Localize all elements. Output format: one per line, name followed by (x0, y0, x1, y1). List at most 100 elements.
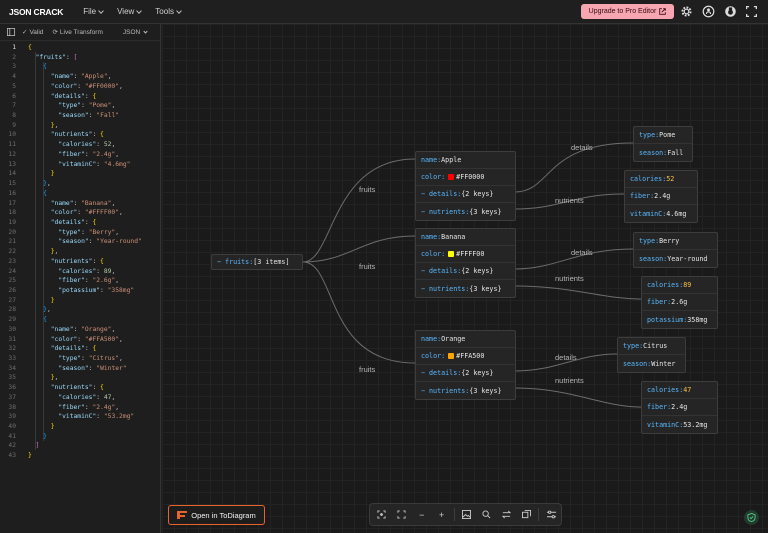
code-lines[interactable]: 1{2 "fruits": [3 {4 "name": "Apple", 5 "c… (0, 43, 160, 461)
code-line[interactable]: 28 }, (0, 305, 160, 315)
node-row[interactable]: color: #FF0000 (416, 169, 515, 186)
node-row[interactable]: name: Orange (416, 331, 515, 348)
code-line[interactable]: 15 }, (0, 179, 160, 189)
shield-check-icon[interactable] (744, 510, 759, 525)
node-row[interactable]: calories: 47 (642, 382, 717, 399)
github-icon[interactable] (702, 5, 715, 18)
code-line[interactable]: 2 "fruits": [ (0, 53, 160, 63)
node-row[interactable]: − nutrients: {3 keys} (416, 382, 515, 399)
nutrients-node[interactable]: calories: 89 fiber: 2.6g potassium: 358mg (641, 276, 718, 329)
fullscreen-icon[interactable] (745, 5, 758, 18)
fit-screen-icon[interactable] (392, 505, 412, 525)
collapse-icon[interactable]: − (217, 258, 221, 266)
code-line[interactable]: 25 "fiber": "2.6g", (0, 276, 160, 286)
code-line[interactable]: 33 "type": "Citrus", (0, 354, 160, 364)
node-row[interactable]: color: #FFA500 (416, 348, 515, 365)
code-line[interactable]: 13 "vitaminC": "4.6mg" (0, 160, 160, 170)
format-select[interactable]: JSON (123, 29, 148, 36)
code-line[interactable]: 19 "details": { (0, 218, 160, 228)
sidebar-toggle-icon[interactable] (7, 28, 15, 36)
code-line[interactable]: 21 "season": "Year-round" (0, 237, 160, 247)
node-row[interactable]: calories: 89 (642, 277, 717, 294)
code-line[interactable]: 12 "fiber": "2.4g", (0, 150, 160, 160)
menu-view[interactable]: View (117, 7, 143, 16)
nutrients-node[interactable]: calories: 52 fiber: 2.4g vitaminC: 4.6mg (624, 170, 698, 223)
code-line[interactable]: 34 "season": "Winter" (0, 364, 160, 374)
code-line[interactable]: 39 "vitaminC": "53.2mg" (0, 412, 160, 422)
upgrade-button[interactable]: Upgrade to Pro Editor (581, 4, 674, 19)
code-line[interactable]: 26 "potassium": "358mg" (0, 286, 160, 296)
open-todiagram-button[interactable]: Open in ToDiagram (168, 505, 265, 525)
menu-file[interactable]: File (83, 7, 104, 16)
fruit-node-orange[interactable]: name: Orange color: #FFA500− details: {2 k… (415, 330, 516, 400)
discord-icon[interactable] (724, 5, 737, 18)
node-row[interactable]: name: Apple (416, 152, 515, 169)
collapse-icon[interactable] (516, 505, 536, 525)
root-node[interactable]: − fruits: [3 items] (211, 254, 303, 270)
code-line[interactable]: 37 "calories": 47, (0, 393, 160, 403)
code-line[interactable]: 6 "details": { (0, 92, 160, 102)
node-row[interactable]: vitaminC: 4.6mg (625, 205, 697, 222)
focus-icon[interactable] (372, 505, 392, 525)
code-line[interactable]: 11 "calories": 52, (0, 140, 160, 150)
node-row[interactable]: fiber: 2.4g (642, 399, 717, 416)
image-export-icon[interactable] (457, 505, 477, 525)
node-row[interactable]: vitaminC: 53.2mg (642, 416, 717, 433)
code-line[interactable]: 5 "color": "#FF0000", (0, 82, 160, 92)
zoom-in-icon[interactable]: + (432, 505, 452, 525)
node-row[interactable]: − details: {2 keys} (416, 263, 515, 280)
code-line[interactable]: 41 } (0, 432, 160, 442)
code-line[interactable]: 7 "type": "Pome", (0, 101, 160, 111)
node-row[interactable]: − details: {2 keys} (416, 365, 515, 382)
node-row[interactable]: − fruits: [3 items] (212, 255, 302, 269)
code-line[interactable]: 31 "color": "#FFA500", (0, 335, 160, 345)
details-node[interactable]: type: Pome season: Fall (633, 126, 693, 162)
code-line[interactable]: 27 } (0, 296, 160, 306)
code-line[interactable]: 3 { (0, 62, 160, 72)
graph-canvas[interactable]: fruits fruits fruits details nutrients d… (162, 24, 768, 533)
node-row[interactable]: season: Year-round (634, 250, 717, 267)
code-line[interactable]: 42 ] (0, 441, 160, 451)
nutrients-node[interactable]: calories: 47 fiber: 2.4g vitaminC: 53.2mg (641, 381, 718, 434)
fruit-node-banana[interactable]: name: Banana color: #FFFF00− details: {2 k… (415, 228, 516, 298)
code-line[interactable]: 10 "nutrients": { (0, 130, 160, 140)
node-row[interactable]: potassium: 358mg (642, 311, 717, 328)
code-line[interactable]: 16 { (0, 189, 160, 199)
details-node[interactable]: type: Berry season: Year-round (633, 232, 718, 268)
code-line[interactable]: 14 } (0, 169, 160, 179)
fruit-node-apple[interactable]: name: Apple color: #FF0000− details: {2 ke… (415, 151, 516, 221)
node-row[interactable]: type: Citrus (618, 338, 685, 355)
code-line[interactable]: 17 "name": "Banana", (0, 199, 160, 209)
node-row[interactable]: color: #FFFF00 (416, 246, 515, 263)
code-line[interactable]: 32 "details": { (0, 344, 160, 354)
node-row[interactable]: fiber: 2.6g (642, 294, 717, 311)
code-line[interactable]: 1{ (0, 43, 160, 53)
node-row[interactable]: − details: {2 keys} (416, 186, 515, 203)
live-transform-toggle[interactable]: ⟳ Live Transform (52, 28, 102, 37)
code-line[interactable]: 24 "calories": 89, (0, 267, 160, 277)
node-row[interactable]: calories: 52 (625, 171, 697, 188)
node-row[interactable]: − nutrients: {3 keys} (416, 280, 515, 297)
settings-icon[interactable] (541, 505, 561, 525)
code-line[interactable]: 35 }, (0, 373, 160, 383)
code-line[interactable]: 43} (0, 451, 160, 461)
code-line[interactable]: 9 }, (0, 121, 160, 131)
node-row[interactable]: − nutrients: {3 keys} (416, 203, 515, 220)
code-line[interactable]: 4 "name": "Apple", (0, 72, 160, 82)
node-row[interactable]: name: Banana (416, 229, 515, 246)
code-line[interactable]: 40 } (0, 422, 160, 432)
node-row[interactable]: type: Pome (634, 127, 692, 144)
code-line[interactable]: 8 "season": "Fall" (0, 111, 160, 121)
node-row[interactable]: season: Winter (618, 355, 685, 372)
code-line[interactable]: 29 { (0, 315, 160, 325)
code-line[interactable]: 23 "nutrients": { (0, 257, 160, 267)
code-line[interactable]: 22 }, (0, 247, 160, 257)
menu-tools[interactable]: Tools (155, 7, 182, 16)
gear-icon[interactable] (680, 5, 693, 18)
zoom-out-icon[interactable]: − (412, 505, 432, 525)
code-line[interactable]: 38 "fiber": "2.4g", (0, 403, 160, 413)
node-row[interactable]: season: Fall (634, 144, 692, 161)
code-editor[interactable]: ✓ Valid ⟳ Live Transform JSON 1{2 "fruits"… (0, 24, 161, 533)
brand-logo[interactable]: JSON CRACK (9, 7, 63, 17)
node-row[interactable]: type: Berry (634, 233, 717, 250)
